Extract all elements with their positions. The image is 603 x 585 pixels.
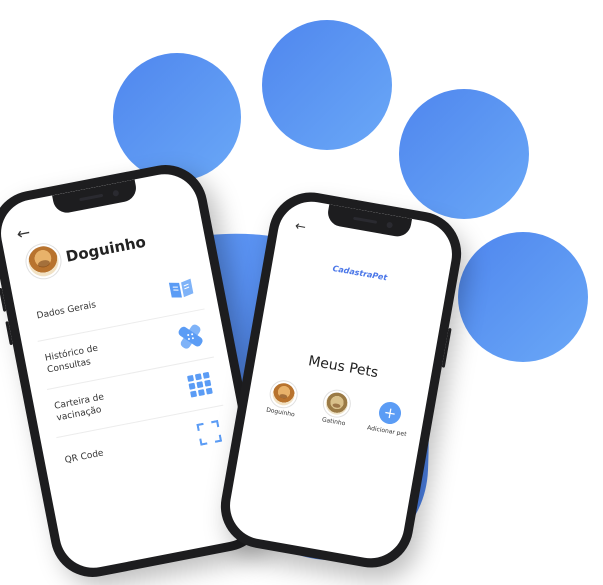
arrow-left-icon[interactable]: ← [15,223,32,244]
bandage-icon [173,319,208,354]
menu-item-label: Carteira de vacinação [53,392,105,424]
phone-notch [52,179,139,216]
arrow-left-icon[interactable]: ← [294,219,307,236]
paw-toe-1 [113,53,241,181]
pet-name: Doguinho [64,232,148,266]
menu-item-label: Dados Gerais [35,300,97,322]
pet-name: Doguinho [265,406,296,419]
paw-illustration: ← Doguinho Dados Gerais Histórico de Con… [0,0,603,585]
menu-item-label: QR Code [64,448,105,466]
profile-menu: Dados Gerais Histórico de Consultas Cart… [28,261,232,485]
menu-item-label: Histórico de Consultas [44,343,99,376]
add-pet-button[interactable]: + Adicionar pet [361,398,418,440]
paw-toe-2 [262,20,392,150]
plus-icon: + [377,400,403,426]
pets-list: Doguinho Gatinho + Adicionar pet [254,379,417,439]
paw-toe-3 [399,89,529,219]
profile-header: Doguinho [25,227,149,279]
paw-toe-4 [458,232,588,362]
qr-scan-icon [192,415,227,450]
add-pet-label: Adicionar pet [366,424,408,439]
book-open-icon [164,271,199,306]
pet-item[interactable]: Doguinho [254,379,311,421]
pet-name: Gatinho [321,416,346,428]
pet-avatar [25,243,62,279]
pet-item[interactable]: Gatinho [307,388,364,430]
pet-avatar [324,390,350,417]
phone-notch [325,204,413,239]
grid-icon [182,367,217,402]
pet-avatar [270,381,297,408]
brand-logo: CadastraPet [331,263,388,283]
